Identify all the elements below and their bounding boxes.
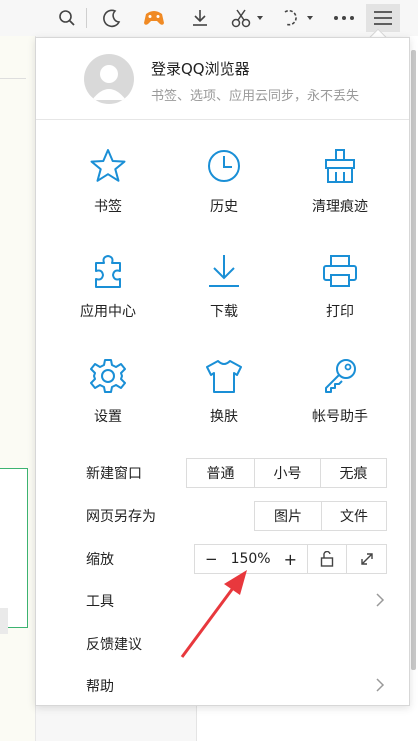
annotation-arrow <box>180 570 247 658</box>
